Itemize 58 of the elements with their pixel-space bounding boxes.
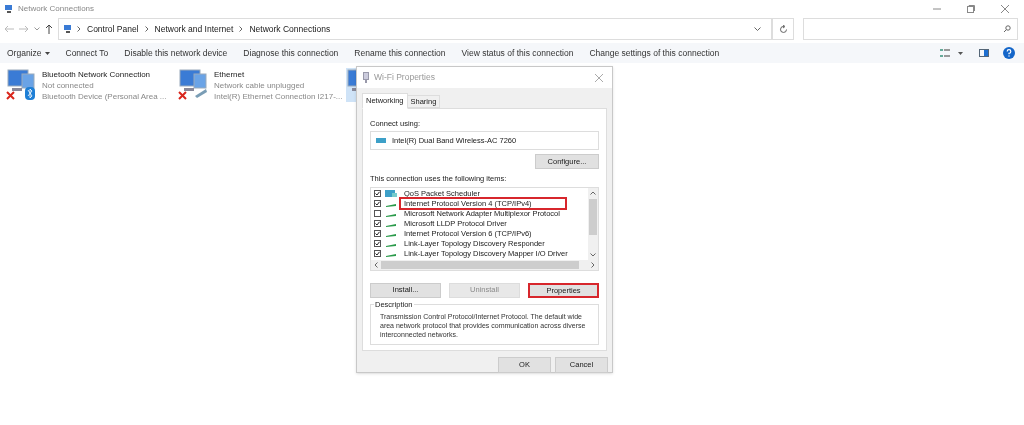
refresh-button[interactable] (772, 18, 794, 40)
toolbar-button[interactable]: Organize (7, 46, 50, 60)
dropdown-icon[interactable] (958, 51, 963, 55)
connection-status: Not connected (42, 80, 95, 91)
help-icon[interactable] (1003, 47, 1015, 59)
adapter-icon (363, 72, 369, 83)
network-connection-icon[interactable] (178, 68, 208, 102)
checkbox[interactable] (374, 190, 381, 197)
checkbox[interactable] (374, 200, 381, 207)
close-button[interactable] (1001, 4, 1009, 13)
maximize-button[interactable] (967, 4, 975, 13)
scrollbar-thumb[interactable] (381, 260, 579, 269)
horizontal-scrollbar[interactable] (371, 259, 598, 270)
scroll-up-icon[interactable] (590, 190, 596, 195)
caret-icon (44, 51, 50, 55)
up-button[interactable] (45, 24, 53, 34)
scroll-right-icon[interactable] (591, 261, 595, 268)
checkbox[interactable] (374, 250, 381, 257)
refresh-icon (778, 24, 788, 34)
toolbar-button[interactable]: View status of this connection (461, 46, 574, 60)
checkbox[interactable] (374, 240, 381, 247)
toolbar-button[interactable]: Change settings of this connection (589, 46, 720, 60)
search-icon (1003, 25, 1011, 33)
dropdown-icon[interactable] (754, 27, 761, 31)
address-bar[interactable]: Control Panel Network and Internet Network Connections (58, 18, 772, 40)
toolbar-button[interactable]: Disable this network device (124, 46, 228, 60)
toolbar-button[interactable]: Diagnose this connection (243, 46, 339, 60)
network-icon (4, 3, 14, 14)
recent-locations-icon[interactable] (34, 27, 40, 31)
chevron-icon[interactable] (239, 26, 244, 32)
dialog-title: Wi-Fi Properties (374, 71, 435, 84)
connection-device: Intel(R) Ethernet Connection I217-... (214, 91, 343, 102)
preview-pane-icon[interactable] (979, 49, 989, 57)
checkbox[interactable] (374, 230, 381, 237)
connection-name[interactable]: Bluetooth Network Connection (42, 69, 167, 80)
chevron-icon[interactable] (77, 26, 81, 32)
adapter-icon (376, 137, 386, 145)
connection-status: Network cable unplugged (214, 80, 306, 91)
component-icon (384, 189, 398, 198)
network-icon (63, 24, 73, 34)
scroll-down-icon[interactable] (590, 252, 596, 257)
view-options-icon[interactable] (940, 48, 950, 58)
connection-device: Bluetooth Device (Personal Area ... (42, 91, 167, 102)
breadcrumb-item[interactable]: Network and Internet (154, 22, 234, 36)
scroll-left-icon[interactable] (374, 261, 378, 268)
network-connection-icon[interactable] (6, 68, 36, 102)
chevron-icon[interactable] (144, 26, 149, 32)
breadcrumb-item[interactable]: Control Panel (87, 22, 139, 36)
breadcrumb-item[interactable]: Network Connections (249, 22, 331, 36)
checkbox[interactable] (374, 210, 381, 217)
checkbox[interactable] (374, 220, 381, 227)
search-field[interactable] (803, 18, 1018, 40)
window-title: Network Connections (18, 2, 95, 15)
scrollbar-thumb[interactable] (589, 198, 597, 235)
toolbar-button[interactable]: Connect To (65, 46, 109, 60)
vertical-scrollbar[interactable] (588, 187, 598, 260)
connection-name[interactable]: Ethernet (214, 69, 343, 80)
toolbar-button[interactable]: Rename this connection (354, 46, 446, 60)
